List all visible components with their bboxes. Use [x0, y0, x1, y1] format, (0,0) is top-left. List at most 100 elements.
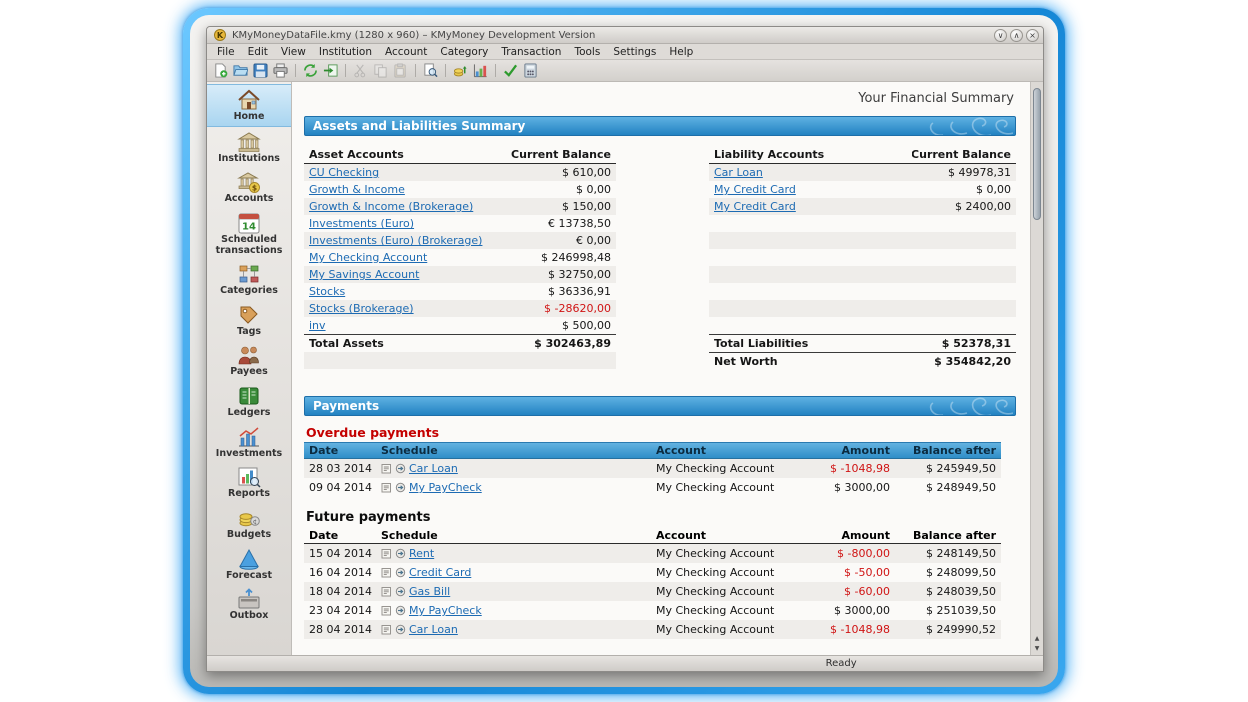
menu-tools[interactable]: Tools — [568, 45, 606, 59]
sidebar-item-accounts[interactable]: $Accounts — [207, 167, 291, 208]
schedule-link[interactable]: Gas Bill — [409, 585, 450, 598]
sidebar-item-ledgers[interactable]: Ledgers — [207, 381, 291, 422]
sidebar-item-forecast[interactable]: Forecast — [207, 544, 291, 585]
sidebar-item-home[interactable]: Home — [207, 84, 291, 127]
save-file-icon[interactable] — [252, 62, 269, 79]
liability-accounts-header: Liability Accounts — [709, 146, 912, 164]
print-icon[interactable] — [272, 62, 289, 79]
account-link[interactable]: Growth & Income — [309, 183, 405, 196]
sidebar-item-categories[interactable]: Categories — [207, 259, 291, 300]
account-link[interactable]: Car Loan — [714, 166, 763, 179]
sidebar-item-investments[interactable]: Investments — [207, 422, 291, 463]
payment-amount: $ -50,00 — [797, 563, 895, 582]
enter-schedule-icon[interactable] — [381, 567, 392, 578]
asset-balance-cell: $ -28620,00 — [509, 300, 616, 317]
account-link[interactable]: Stocks — [309, 285, 345, 298]
account-link[interactable]: My Savings Account — [309, 268, 419, 281]
net-worth-chart-icon[interactable] — [472, 62, 489, 79]
sidebar-item-tags[interactable]: Tags — [207, 300, 291, 341]
update-prices-icon[interactable] — [452, 62, 469, 79]
toolbar — [207, 60, 1043, 82]
enter-schedule-icon[interactable] — [381, 586, 392, 597]
schedule-link[interactable]: Car Loan — [409, 623, 458, 636]
decorative-swirl — [863, 397, 1013, 416]
close-button[interactable]: × — [1026, 29, 1039, 42]
new-transaction-icon[interactable] — [302, 62, 319, 79]
enter-schedule-icon[interactable] — [381, 548, 392, 559]
liability-balance-cell — [912, 215, 1016, 232]
menu-help[interactable]: Help — [663, 45, 699, 59]
column-gap — [616, 164, 709, 181]
menu-file[interactable]: File — [211, 45, 241, 59]
maximize-button[interactable]: ∧ — [1010, 29, 1023, 42]
account-link[interactable]: My Checking Account — [309, 251, 427, 264]
sidebar-item-scheduled-transactions[interactable]: 14Scheduled transactions — [207, 208, 291, 259]
payment-balance-after: $ 245949,50 — [895, 459, 1001, 478]
sidebar-item-budgets[interactable]: ¢Budgets — [207, 503, 291, 544]
schedule-link[interactable]: Car Loan — [409, 462, 458, 475]
schedule-link[interactable]: My PayCheck — [409, 481, 482, 494]
schedule-link[interactable]: Rent — [409, 547, 434, 560]
menu-transaction[interactable]: Transaction — [495, 45, 567, 59]
decorative-blue-frame: K KMyMoneyDataFile.kmy (1280 x 960) – KM… — [183, 8, 1065, 694]
account-link[interactable]: My Credit Card — [714, 200, 796, 213]
minimize-button[interactable]: ∨ — [994, 29, 1007, 42]
account-link[interactable]: Stocks (Brokerage) — [309, 302, 414, 315]
vertical-scrollbar[interactable]: ▲ ▼ — [1030, 82, 1043, 655]
sidebar-item-label: Institutions — [218, 154, 280, 165]
asset-balance-cell: € 0,00 — [509, 232, 616, 249]
open-file-icon[interactable] — [232, 62, 249, 79]
skip-schedule-icon[interactable] — [395, 482, 406, 493]
sidebar-item-payees[interactable]: Payees — [207, 340, 291, 381]
menu-category[interactable]: Category — [434, 45, 494, 59]
skip-schedule-icon[interactable] — [395, 624, 406, 635]
account-link[interactable]: My Credit Card — [714, 183, 796, 196]
enter-schedule-icon[interactable] — [381, 605, 392, 616]
sidebar-item-outbox[interactable]: Outbox — [207, 584, 291, 625]
menu-account[interactable]: Account — [379, 45, 433, 59]
calculator-icon[interactable] — [522, 62, 539, 79]
titlebar[interactable]: K KMyMoneyDataFile.kmy (1280 x 960) – KM… — [207, 27, 1043, 44]
find-transaction-icon[interactable] — [422, 62, 439, 79]
scrollbar-up-arrow[interactable]: ▲ — [1031, 634, 1043, 644]
account-link[interactable]: CU Checking — [309, 166, 379, 179]
menu-institution[interactable]: Institution — [313, 45, 378, 59]
liability-name-cell — [709, 266, 912, 283]
asset-balance-cell: $ 150,00 — [509, 198, 616, 215]
scrollbar-down-arrow[interactable]: ▼ — [1031, 644, 1043, 654]
skip-schedule-icon[interactable] — [395, 548, 406, 559]
skip-schedule-icon[interactable] — [395, 463, 406, 474]
enter-schedule-icon[interactable] — [381, 624, 392, 635]
payment-schedule: Car Loan — [376, 459, 651, 478]
skip-schedule-icon[interactable] — [395, 605, 406, 616]
schedule-link[interactable]: My PayCheck — [409, 604, 482, 617]
enter-schedule-icon[interactable] — [381, 463, 392, 474]
copy-icon — [372, 62, 389, 79]
toolbar-separator — [295, 64, 296, 77]
new-file-icon[interactable] — [212, 62, 229, 79]
menu-edit[interactable]: Edit — [242, 45, 274, 59]
asset-balance-cell: $ 36336,91 — [509, 283, 616, 300]
menu-settings[interactable]: Settings — [607, 45, 662, 59]
asset-name-cell: Investments (Euro) — [304, 215, 509, 232]
account-link[interactable]: Investments (Euro) — [309, 217, 414, 230]
scrollbar-thumb[interactable] — [1033, 88, 1041, 220]
reconcile-icon[interactable] — [502, 62, 519, 79]
skip-schedule-icon[interactable] — [395, 567, 406, 578]
account-link[interactable]: Growth & Income (Brokerage) — [309, 200, 473, 213]
current-balance-header: Current Balance — [912, 146, 1016, 164]
payment-amount: $ -800,00 — [797, 544, 895, 563]
column-header-amount: Amount — [797, 527, 895, 544]
sidebar-item-institutions[interactable]: Institutions — [207, 127, 291, 168]
column-header-date: Date — [304, 527, 376, 544]
payees-icon — [237, 344, 261, 366]
schedule-link[interactable]: Credit Card — [409, 566, 471, 579]
skip-schedule-icon[interactable] — [395, 586, 406, 597]
account-link[interactable]: inv — [309, 319, 326, 332]
menu-view[interactable]: View — [275, 45, 312, 59]
sidebar-item-reports[interactable]: Reports — [207, 462, 291, 503]
account-link[interactable]: Investments (Euro) (Brokerage) — [309, 234, 482, 247]
enter-schedule-icon[interactable] — [381, 482, 392, 493]
overdue-payments-table: DateScheduleAccountAmountBalance after28… — [304, 442, 1016, 497]
enter-schedule-icon[interactable] — [322, 62, 339, 79]
